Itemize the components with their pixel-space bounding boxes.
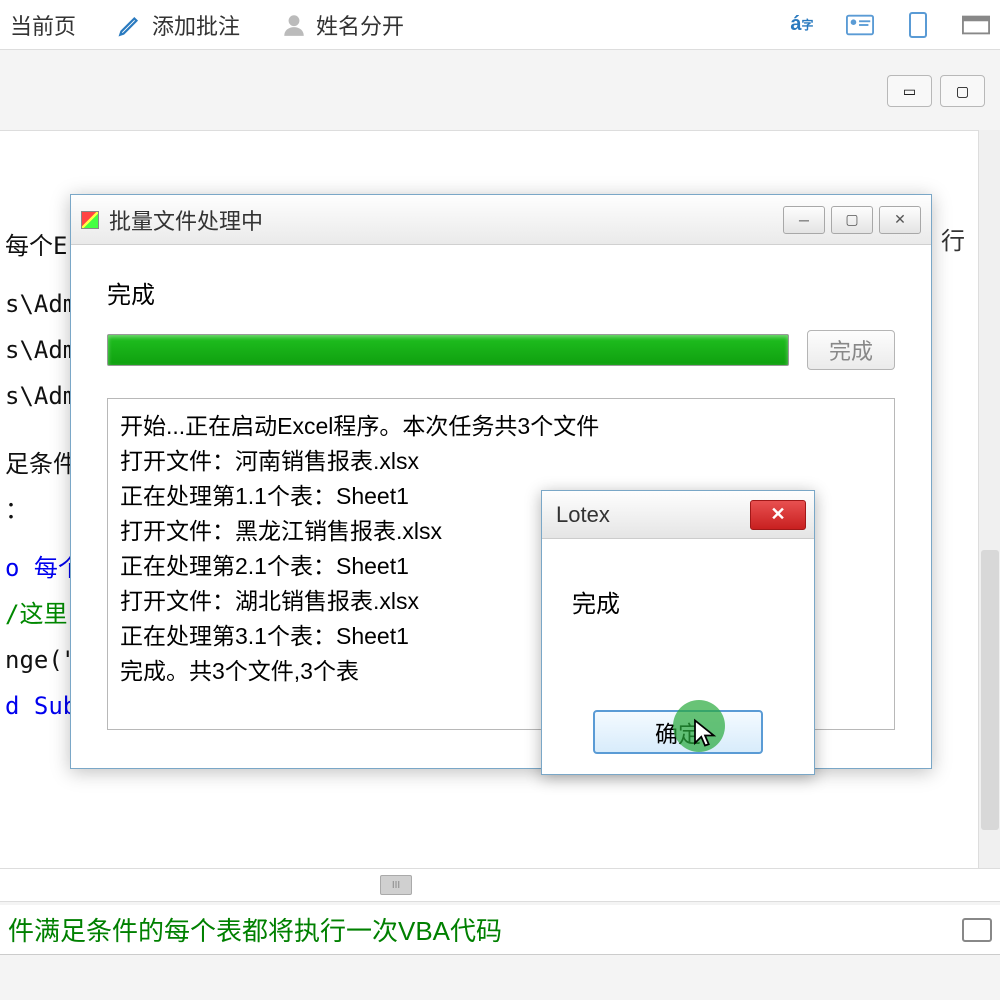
scrollbar-thumb[interactable] bbox=[981, 550, 999, 830]
done-button[interactable]: 完成 bbox=[807, 330, 895, 370]
log-line: 打开文件：河南销售报表.xlsx bbox=[120, 444, 882, 479]
toolbar-right-icons: á字 bbox=[788, 11, 990, 39]
pencil-icon bbox=[116, 11, 144, 39]
vertical-scrollbar[interactable] bbox=[978, 130, 1000, 870]
person-icon bbox=[280, 11, 308, 39]
split-name-button[interactable]: 姓名分开 bbox=[280, 9, 404, 41]
outer-window-controls: ▭ ▢ bbox=[887, 75, 985, 107]
status-text: 件满足条件的每个表都将执行一次VBA代码 bbox=[8, 911, 502, 948]
log-line: 开始...正在启动Excel程序。本次任务共3个文件 bbox=[120, 409, 882, 444]
horizontal-scrollbar[interactable]: III bbox=[0, 868, 1000, 902]
dialog-titlebar[interactable]: 批量文件处理中 ─ ▢ ✕ bbox=[71, 195, 931, 245]
close-icon: ✕ bbox=[770, 504, 785, 525]
lotex-titlebar[interactable]: Lotex ✕ bbox=[542, 491, 814, 539]
dialog-title: 批量文件处理中 bbox=[109, 204, 263, 236]
status-label: 完成 bbox=[107, 275, 895, 310]
add-annotation-label: 添加批注 bbox=[152, 9, 240, 41]
outer-minimize-button[interactable]: ▭ bbox=[887, 75, 932, 107]
close-button[interactable]: ✕ bbox=[879, 206, 921, 234]
ok-button[interactable]: 确定 bbox=[593, 710, 763, 754]
az-sort-icon[interactable]: á字 bbox=[788, 11, 816, 39]
lotex-dialog: Lotex ✕ 完成 确定 bbox=[541, 490, 815, 775]
progress-bar bbox=[107, 334, 789, 366]
split-name-label: 姓名分开 bbox=[316, 9, 404, 41]
panel-icon[interactable] bbox=[962, 11, 990, 39]
minimize-button[interactable]: ─ bbox=[783, 206, 825, 234]
device-icon[interactable] bbox=[904, 11, 932, 39]
add-annotation-button[interactable]: 添加批注 bbox=[116, 9, 240, 41]
outer-maximize-button[interactable]: ▢ bbox=[940, 75, 985, 107]
lotex-close-button[interactable]: ✕ bbox=[750, 500, 806, 530]
prev-page-button[interactable]: 当前页 bbox=[10, 9, 76, 41]
top-toolbar: 当前页 添加批注 姓名分开 á字 bbox=[0, 0, 1000, 50]
status-bar: 件满足条件的每个表都将执行一次VBA代码 bbox=[0, 905, 1000, 955]
code-right-snip: 行 bbox=[941, 221, 965, 256]
prev-page-label: 当前页 bbox=[10, 9, 76, 41]
lotex-title: Lotex bbox=[556, 502, 610, 528]
maximize-button[interactable]: ▢ bbox=[831, 206, 873, 234]
view-mode-icon[interactable] bbox=[962, 918, 992, 942]
card-icon[interactable] bbox=[846, 11, 874, 39]
code-line: 足条件 bbox=[5, 450, 77, 478]
app-icon bbox=[81, 211, 99, 229]
scroll-thumb[interactable]: III bbox=[380, 875, 412, 895]
lotex-message: 完成 bbox=[562, 584, 794, 619]
